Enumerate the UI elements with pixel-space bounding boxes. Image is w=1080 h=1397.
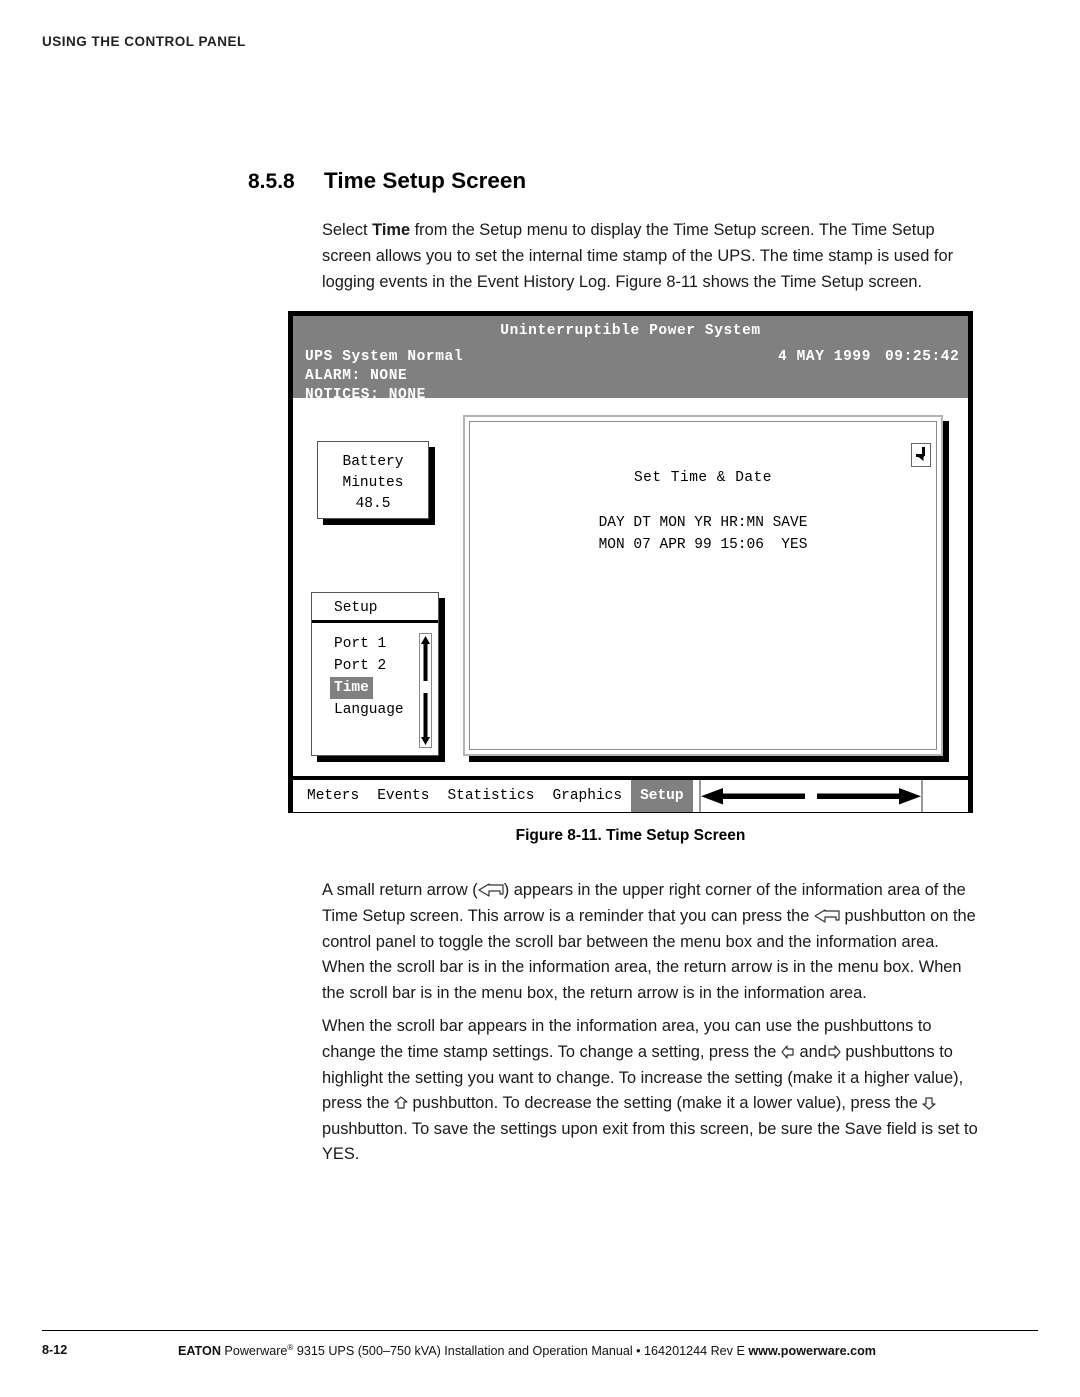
work-area: Battery Minutes 48.5 Setup Port 1 Port 2… bbox=[293, 398, 968, 776]
tab-bar-spacer bbox=[923, 780, 968, 812]
section-number: 8.5.8 bbox=[248, 170, 295, 193]
tab-graphics[interactable]: Graphics bbox=[543, 780, 631, 812]
info-table: DAY DT MON YR HR:MN SAVE MON 07 APR 99 1… bbox=[470, 512, 936, 556]
intro-emphasis-time: Time bbox=[372, 221, 411, 240]
page-title: Time Setup Screen bbox=[324, 168, 527, 193]
tab-statistics[interactable]: Statistics bbox=[438, 780, 543, 812]
status-bar: Uninterruptible Power System UPS System … bbox=[293, 316, 968, 403]
scrollbar-icon bbox=[419, 633, 432, 748]
return-arrow-paragraph: A small return arrow () appears in the u… bbox=[322, 878, 982, 1006]
status-title: Uninterruptible Power System bbox=[500, 323, 761, 339]
menu-list: Port 1 Port 2 Time Language bbox=[312, 623, 438, 748]
info-value-row[interactable]: MON 07 APR 99 15:06 YES bbox=[599, 537, 808, 553]
footer-rule bbox=[42, 1330, 1038, 1331]
information-area: Set Time & Date DAY DT MON YR HR:MN SAVE… bbox=[463, 415, 943, 756]
return-arrow-icon bbox=[916, 447, 925, 461]
battery-label-line2: Minutes bbox=[342, 475, 404, 491]
arrow-down-glyph bbox=[922, 1096, 937, 1110]
figure-caption: Figure 8-11. Time Setup Screen bbox=[515, 827, 746, 844]
menu-item-port-1[interactable]: Port 1 bbox=[330, 633, 390, 655]
info-title: Set Time & Date bbox=[633, 470, 773, 486]
arrow-right-icon[interactable] bbox=[811, 787, 921, 805]
footer-text-b: 9315 UPS (500–750 kVA) Installation and … bbox=[293, 1344, 749, 1359]
menu-item-language[interactable]: Language bbox=[330, 699, 408, 721]
menu-scrollbar[interactable] bbox=[419, 633, 432, 748]
p2-text-d: pushbutton. To decrease the setting (mak… bbox=[407, 1094, 923, 1113]
intro-text-b: from the Setup menu to display the Time … bbox=[322, 221, 954, 291]
p2-text-b: and bbox=[794, 1042, 827, 1061]
arrow-left-glyph bbox=[781, 1045, 795, 1059]
intro-text-a: Select bbox=[322, 221, 373, 240]
tab-setup[interactable]: Setup bbox=[631, 780, 693, 812]
battery-minutes-box: Battery Minutes 48.5 bbox=[317, 441, 429, 519]
footer-url[interactable]: www.powerware.com bbox=[748, 1344, 876, 1358]
status-time: 09:25:42 bbox=[885, 349, 960, 365]
tab-events[interactable]: Events bbox=[368, 780, 438, 812]
return-arrow-indicator bbox=[911, 443, 931, 467]
battery-label-line1: Battery bbox=[342, 454, 404, 470]
ups-panel-figure: Uninterruptible Power System UPS System … bbox=[288, 311, 973, 813]
section-heading-block: 8.5.8 Time Setup Screen bbox=[248, 168, 988, 194]
arrow-up-glyph bbox=[394, 1096, 408, 1110]
info-header-row: DAY DT MON YR HR:MN SAVE bbox=[598, 515, 808, 531]
footer-brand: EATON bbox=[178, 1344, 221, 1359]
status-date: 4 MAY 1999 bbox=[778, 349, 872, 365]
return-arrow-glyph-2 bbox=[814, 909, 840, 923]
status-system-state: UPS System Normal bbox=[305, 349, 464, 365]
battery-minutes-value: 48.5 bbox=[355, 496, 391, 512]
footer-text-a: Powerware bbox=[220, 1344, 288, 1359]
tab-meters[interactable]: Meters bbox=[293, 780, 368, 812]
setup-menu-box: Setup Port 1 Port 2 Time Language bbox=[311, 592, 439, 756]
arrow-right-glyph bbox=[827, 1045, 841, 1059]
section-heading: 8.5.8 Time Setup Screen bbox=[248, 168, 988, 194]
status-alarm: ALARM: NONE bbox=[305, 368, 408, 384]
menu-item-time[interactable]: Time bbox=[330, 677, 373, 699]
arrow-left-icon[interactable] bbox=[700, 787, 811, 805]
information-area-inner: Set Time & Date DAY DT MON YR HR:MN SAVE… bbox=[469, 421, 937, 750]
p2-text-e: pushbutton. To save the settings upon ex… bbox=[322, 1119, 978, 1164]
tab-bar: Meters Events Statistics Graphics Setup bbox=[293, 776, 968, 812]
running-head: USING THE CONTROL PANEL bbox=[42, 34, 246, 49]
page-number: 8-12 bbox=[42, 1343, 68, 1357]
menu-title: Setup bbox=[312, 593, 438, 623]
footer-text: EATON Powerware® 9315 UPS (500–750 kVA) … bbox=[178, 1343, 876, 1358]
return-arrow-glyph-1 bbox=[478, 883, 504, 897]
tab-nav-arrows bbox=[698, 780, 923, 812]
menu-item-port-2[interactable]: Port 2 bbox=[330, 655, 390, 677]
pushbutton-paragraph: When the scroll bar appears in the infor… bbox=[322, 1014, 982, 1168]
intro-paragraph: Select Time from the Setup menu to displ… bbox=[322, 218, 982, 295]
p1-text-a: A small return arrow ( bbox=[322, 881, 478, 900]
